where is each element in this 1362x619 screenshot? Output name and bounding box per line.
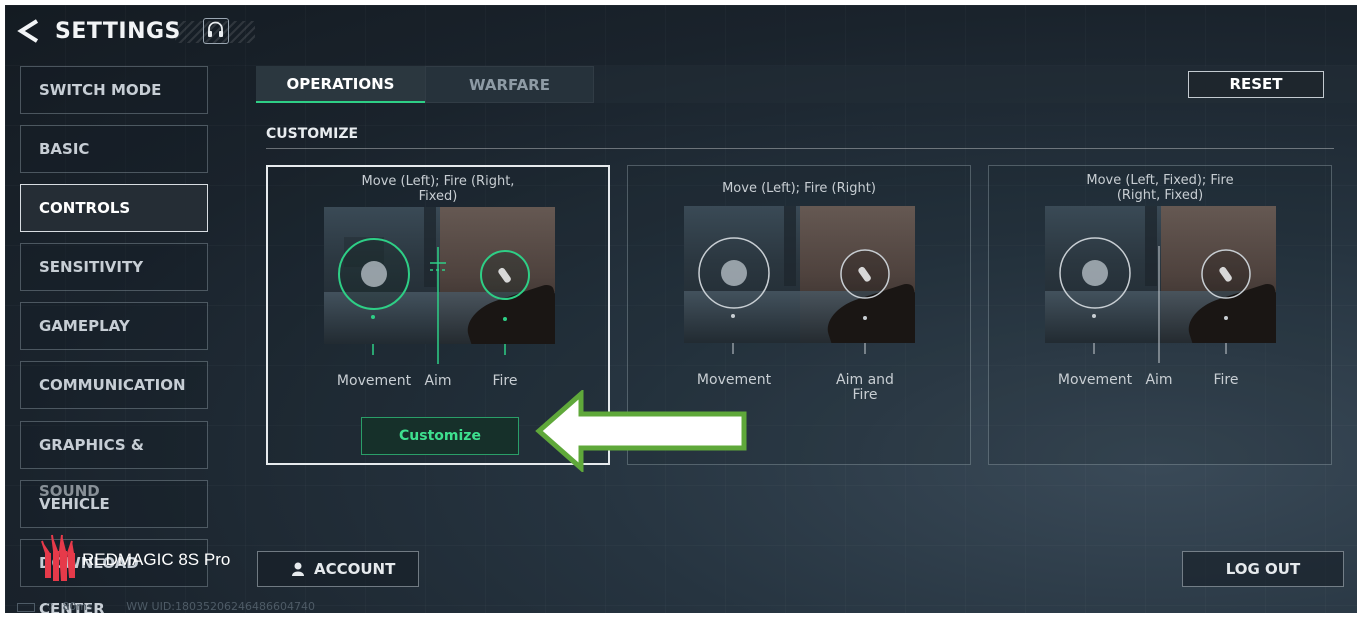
section-title: CUSTOMIZE xyxy=(266,126,359,142)
back-chevron-icon[interactable] xyxy=(17,19,39,43)
label-aim-and-fire-line-2: Fire xyxy=(852,387,878,403)
watermark-text: REDMAGIC 8S Pro xyxy=(82,550,231,569)
sidebar-item-communication[interactable]: COMMUNICATION xyxy=(20,361,208,409)
page-title: SETTINGS xyxy=(55,19,181,44)
account-button[interactable]: ACCOUNT xyxy=(257,551,419,587)
customize-button[interactable]: Customize xyxy=(361,417,519,455)
sidebar-item-sensitivity[interactable]: SENSITIVITY xyxy=(20,243,208,291)
tab-warfare[interactable]: WARFARE xyxy=(425,66,594,103)
label-fire: Fire xyxy=(492,373,518,389)
label-fire: Fire xyxy=(1213,372,1239,388)
sidebar-item-gameplay[interactable]: GAMEPLAY xyxy=(20,302,208,350)
headset-icon[interactable] xyxy=(203,18,229,44)
ping-value: 80ms xyxy=(62,600,93,613)
sidebar-item-vehicle[interactable]: VEHICLE xyxy=(20,480,208,528)
battery-icon xyxy=(17,602,35,612)
label-movement: Movement xyxy=(696,372,772,388)
status-bar: ⌔ 80ms WW UID:18035206246486604740 xyxy=(17,600,315,613)
redmagic-logo-icon xyxy=(41,534,75,581)
section-divider xyxy=(266,148,1334,149)
label-movement: Movement xyxy=(336,373,412,389)
sidebar-item-graphics-sound[interactable]: GRAPHICS & SOUND xyxy=(20,421,208,500)
person-icon xyxy=(292,562,304,576)
wifi-icon: ⌔ xyxy=(44,600,55,613)
label-aim-and-fire-line-1: Aim and xyxy=(836,372,894,388)
label-aim: Aim xyxy=(1145,372,1173,388)
label-movement: Movement xyxy=(1057,372,1133,388)
layout-card-3[interactable]: Move (Left, Fixed); Fire (Right, Fixed) … xyxy=(988,165,1332,465)
header: SETTINGS xyxy=(5,5,265,61)
uid-value: WW UID:18035206246486604740 xyxy=(126,600,315,613)
annotation-arrow-icon xyxy=(535,390,747,472)
tab-operations[interactable]: OPERATIONS xyxy=(256,66,425,103)
sidebar-item-switch-mode[interactable]: SWITCH MODE xyxy=(20,66,208,114)
sidebar-item-controls[interactable]: CONTROLS xyxy=(20,184,208,232)
label-aim: Aim xyxy=(424,373,452,389)
sidebar-item-basic[interactable]: BASIC xyxy=(20,125,208,173)
game-settings-screen: SETTINGS SWITCH MODE BASIC CONTROLS SENS… xyxy=(5,5,1357,613)
account-label: ACCOUNT xyxy=(314,560,396,578)
reset-button[interactable]: RESET xyxy=(1188,71,1324,98)
logout-button[interactable]: LOG OUT xyxy=(1182,551,1344,587)
